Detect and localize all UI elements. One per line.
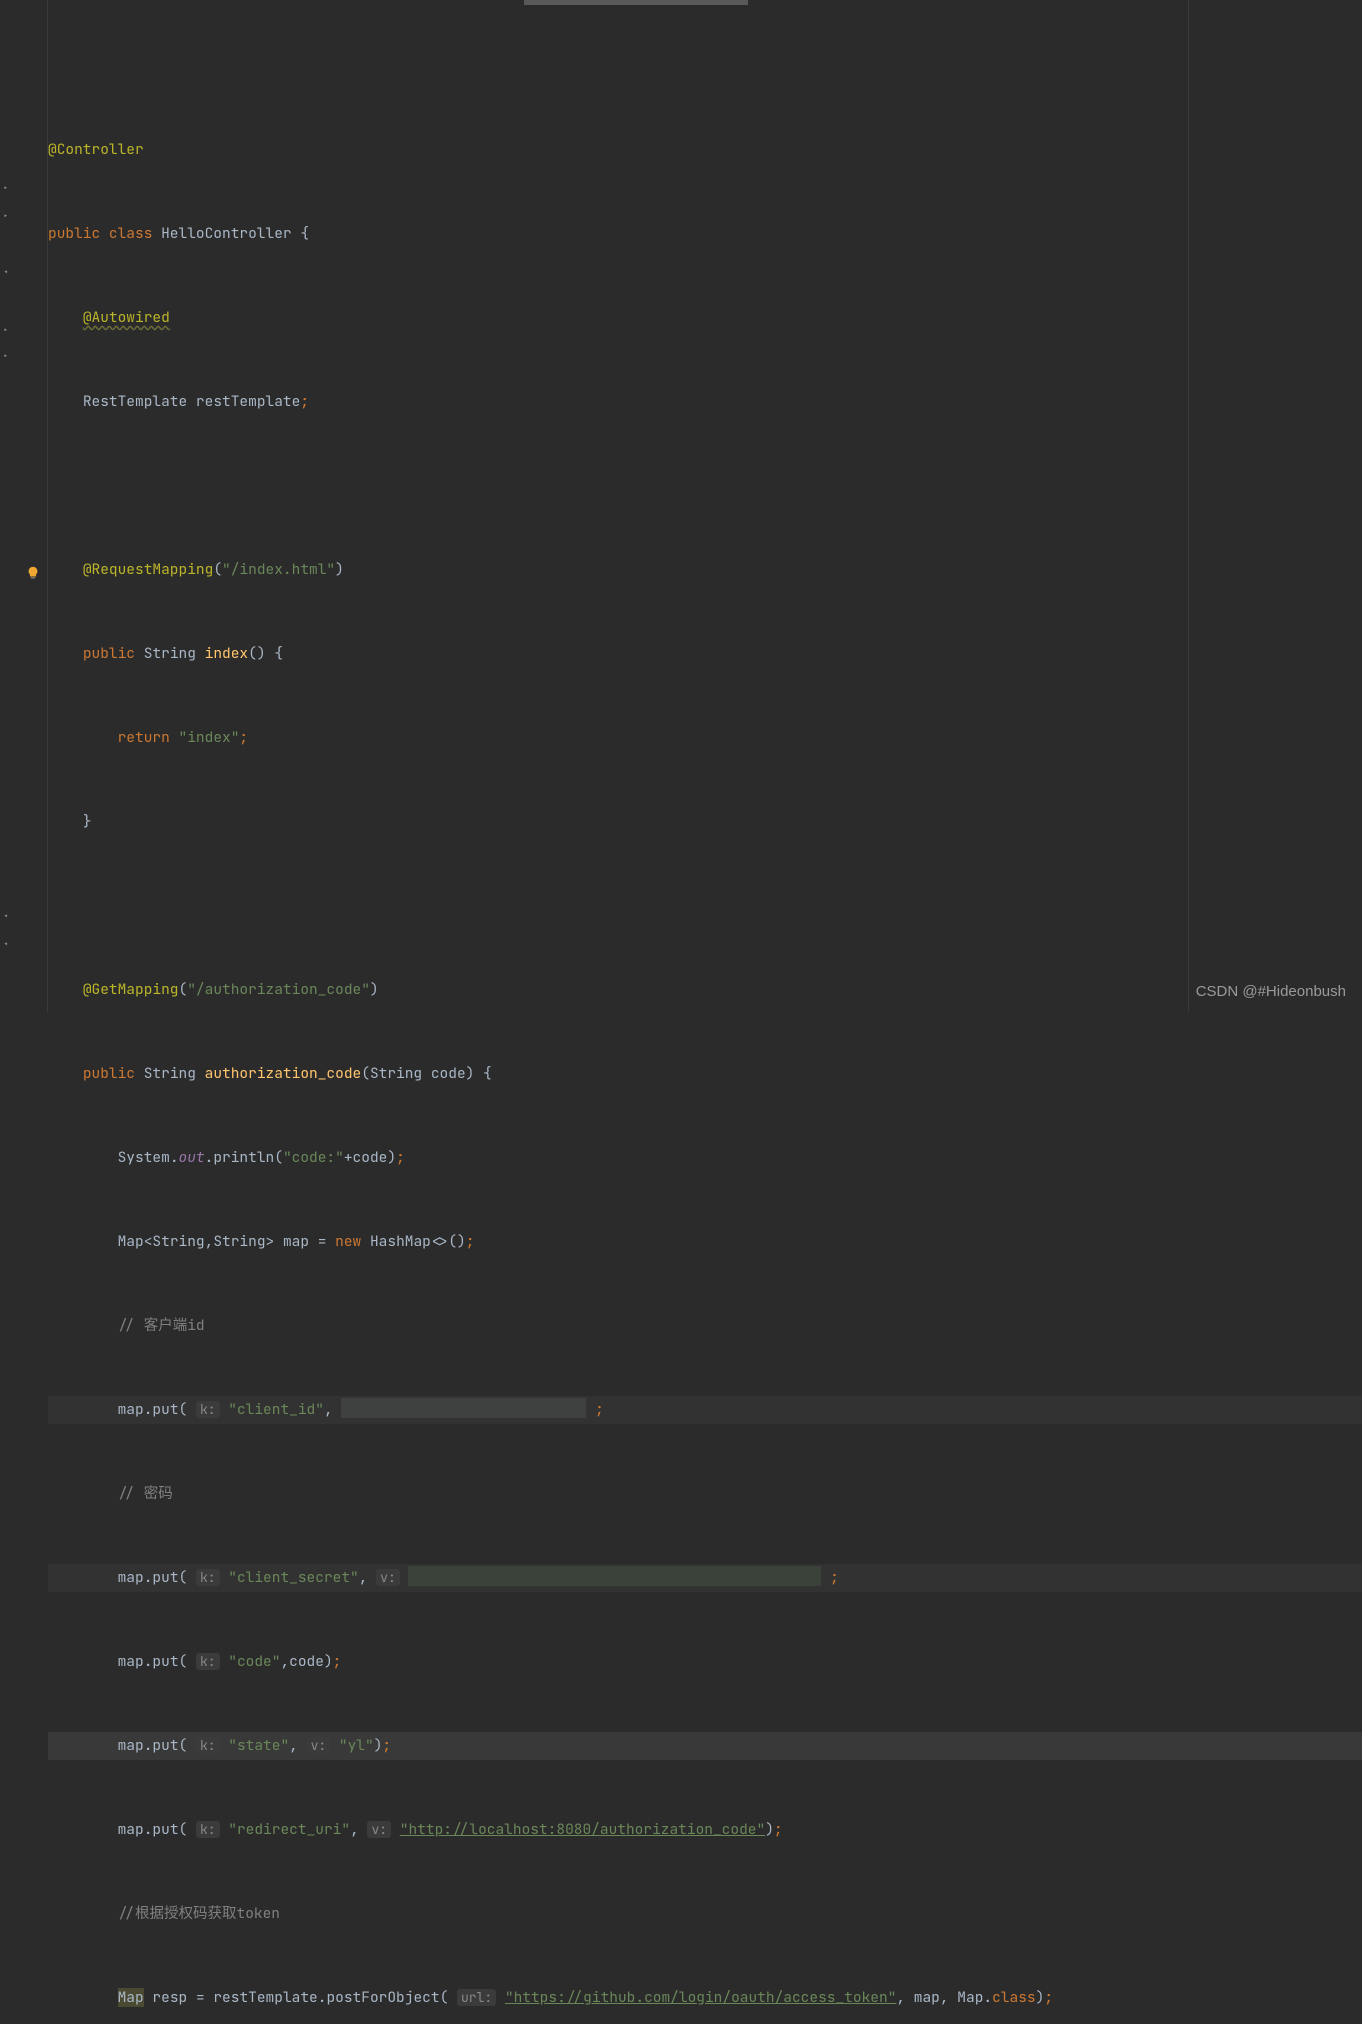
fold-icon[interactable]: ◂	[3, 930, 8, 958]
code-editor: ▸ ▸ ◂ ▸ ▸ ◂ ◂ @Controller public class H…	[0, 0, 1362, 1012]
code-area[interactable]: @Controller public class HelloController…	[48, 0, 1362, 1012]
lightbulb-icon[interactable]	[26, 562, 40, 576]
annotation: @Controller	[48, 140, 144, 159]
fold-icon[interactable]: ▸	[3, 316, 8, 344]
fold-icon[interactable]: ▸	[3, 202, 8, 230]
fold-icon[interactable]: ◂	[3, 258, 8, 286]
watermark: CSDN @#Hideonbush	[1196, 978, 1346, 1006]
fold-icon[interactable]: ▸	[3, 174, 8, 202]
redacted-value	[341, 1398, 586, 1418]
fold-icon[interactable]: ◂	[3, 902, 8, 930]
annotation: @Autowired	[83, 308, 170, 327]
fold-icon[interactable]: ▸	[3, 342, 8, 370]
editor-gutter: ▸ ▸ ◂ ▸ ▸ ◂ ◂	[0, 0, 48, 1012]
redacted-value	[408, 1566, 821, 1586]
